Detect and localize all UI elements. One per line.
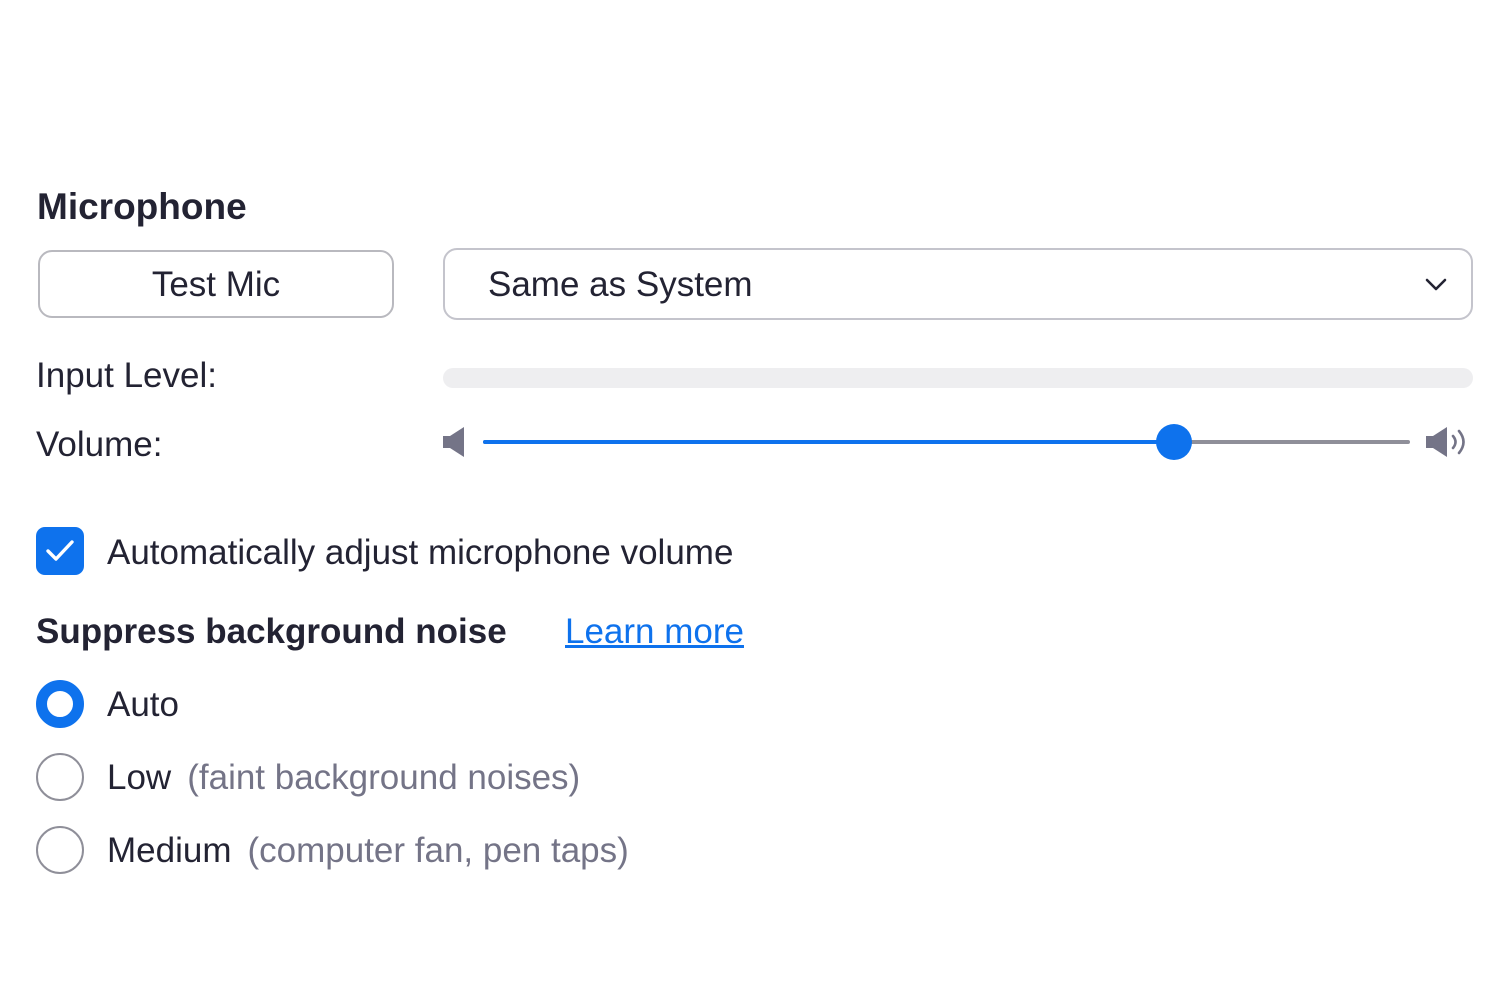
noise-option-label: Auto xyxy=(107,685,179,724)
checkmark-icon xyxy=(46,540,74,561)
volume-label: Volume: xyxy=(36,425,163,464)
noise-option-hint: (faint background noises) xyxy=(187,758,581,797)
input-level-label: Input Level: xyxy=(36,356,217,395)
microphone-device-select[interactable]: Same as System xyxy=(443,248,1473,320)
volume-low-icon xyxy=(443,427,464,457)
noise-option-low[interactable]: Low (faint background noises) xyxy=(107,757,580,799)
test-mic-button[interactable]: Test Mic xyxy=(38,250,394,318)
noise-radio-low[interactable] xyxy=(36,753,84,801)
volume-slider-fill xyxy=(483,440,1174,444)
input-level-meter xyxy=(443,368,1473,388)
noise-option-medium[interactable]: Medium (computer fan, pen taps) xyxy=(107,830,629,872)
volume-slider[interactable] xyxy=(483,424,1410,460)
suppress-noise-title: Suppress background noise xyxy=(36,612,507,651)
auto-adjust-label[interactable]: Automatically adjust microphone volume xyxy=(107,532,733,574)
noise-option-auto[interactable]: Auto xyxy=(107,684,179,726)
volume-slider-thumb[interactable] xyxy=(1155,424,1192,460)
noise-option-label: Medium xyxy=(107,831,232,870)
microphone-device-value: Same as System xyxy=(488,265,753,304)
chevron-down-icon xyxy=(1425,278,1447,291)
learn-more-link[interactable]: Learn more xyxy=(565,611,744,653)
microphone-section-title: Microphone xyxy=(37,186,247,227)
noise-radio-medium[interactable] xyxy=(36,826,84,874)
noise-option-hint: (computer fan, pen taps) xyxy=(247,831,629,870)
volume-high-icon xyxy=(1426,427,1465,457)
auto-adjust-checkbox[interactable] xyxy=(36,527,84,575)
noise-radio-auto[interactable] xyxy=(36,680,84,728)
noise-option-label: Low xyxy=(107,758,172,797)
audio-settings-panel: Microphone Test Mic Same as System Input… xyxy=(0,0,1500,1000)
